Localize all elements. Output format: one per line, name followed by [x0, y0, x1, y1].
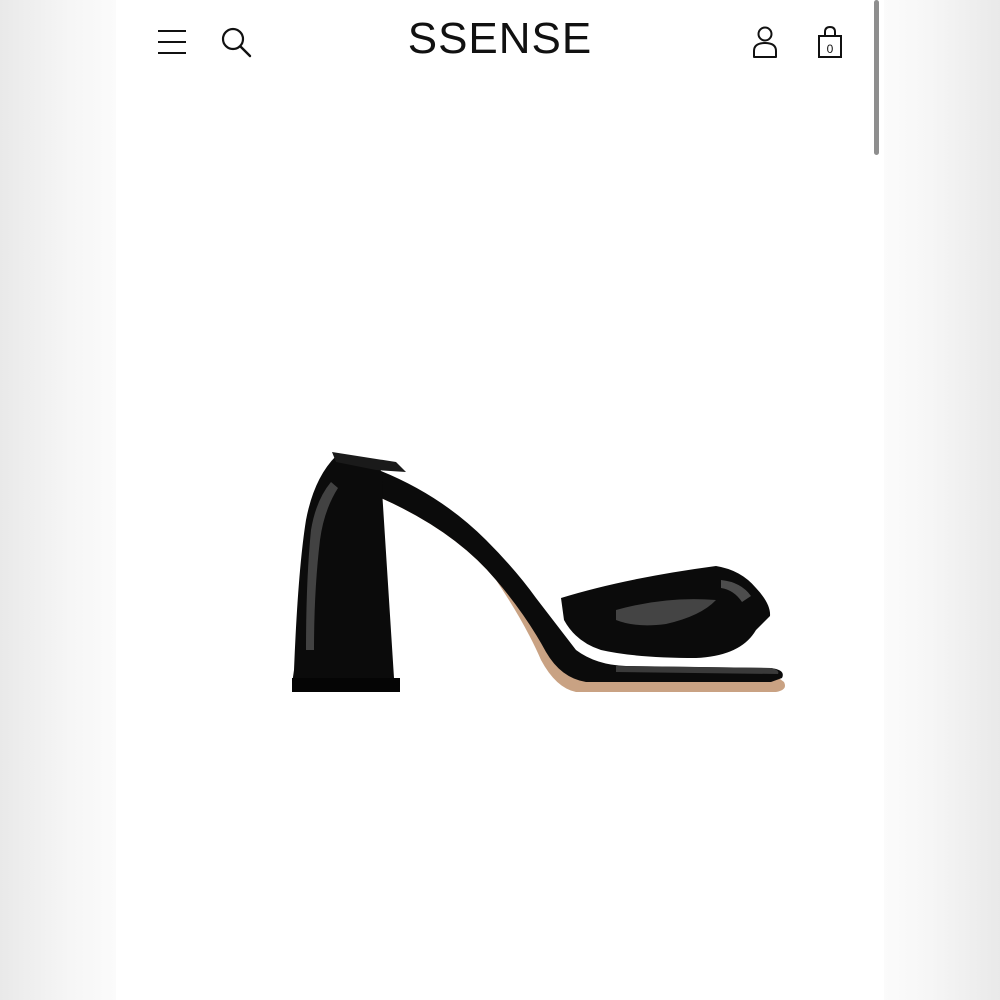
brand-logo-text[interactable]: SSENSE [408, 14, 593, 63]
top-nav-bar: SSENSE 0 [116, 0, 884, 84]
shopping-bag-wrapper: 0 [816, 25, 844, 59]
sandal-heel-cap [292, 678, 400, 692]
app-screen: SSENSE 0 [116, 0, 884, 1000]
product-image[interactable] [196, 420, 796, 720]
user-icon [753, 26, 777, 58]
scrollbar-thumb[interactable] [874, 0, 879, 155]
account-button[interactable] [743, 20, 787, 64]
shopping-bag-button[interactable]: 0 [808, 20, 852, 64]
bag-item-count: 0 [826, 42, 834, 56]
